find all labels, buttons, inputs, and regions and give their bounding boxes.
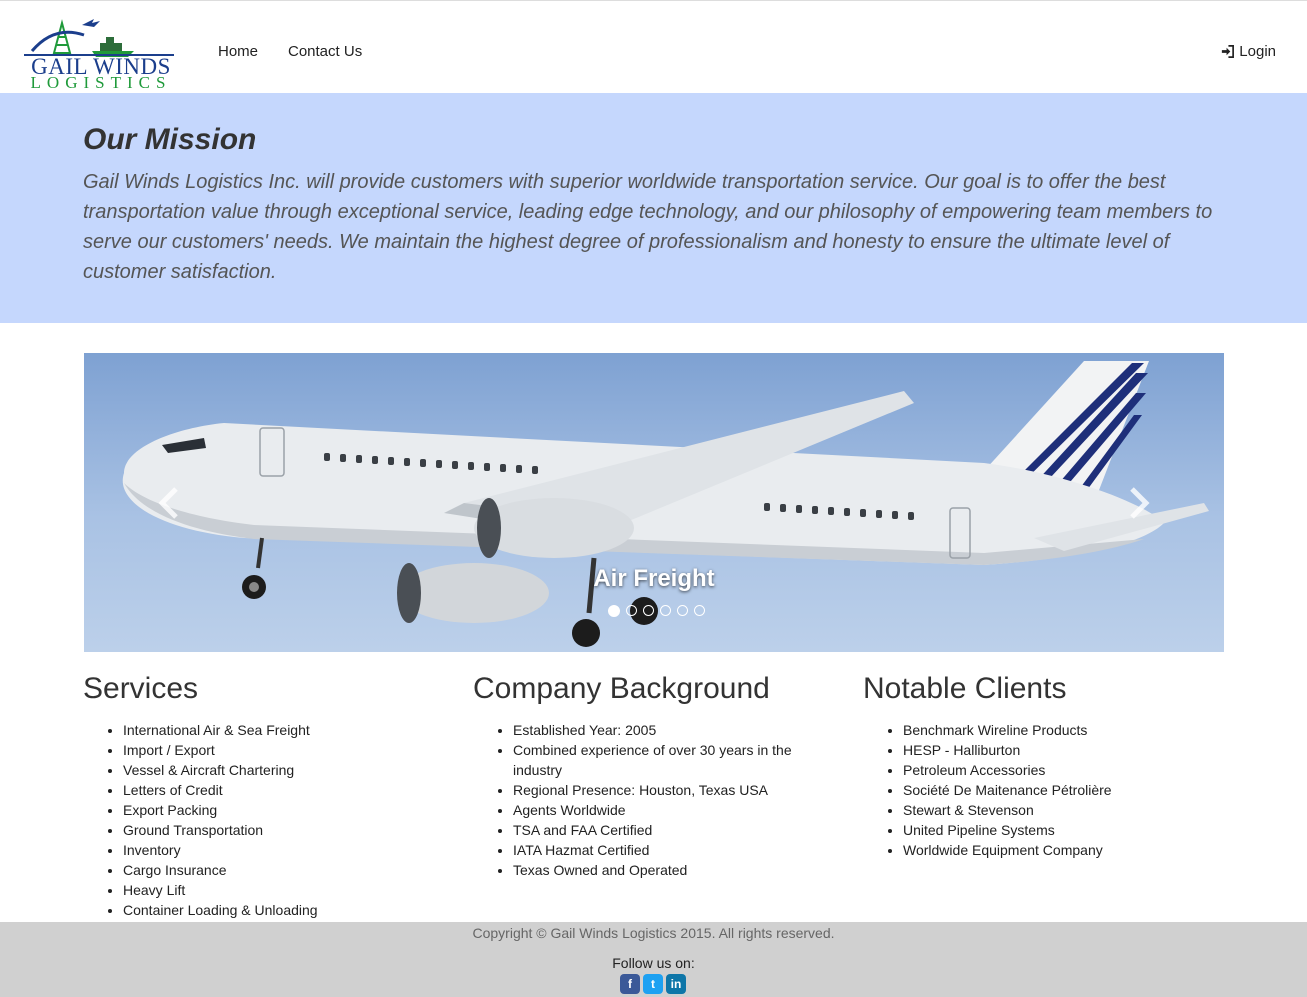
nav-home-link[interactable]: Home [218, 43, 258, 60]
follow-us-label: Follow us on: [612, 955, 695, 971]
nav-contact-link[interactable]: Contact Us [288, 43, 362, 60]
list-item: Petroleum Accessories [903, 760, 1223, 780]
login-icon [1222, 45, 1235, 58]
list-item: Export Packing [123, 800, 443, 820]
list-item: Stewart & Stevenson [903, 800, 1223, 820]
list-item: Import / Export [123, 740, 443, 760]
linkedin-icon[interactable]: in [666, 974, 686, 994]
list-item: Worldwide Equipment Company [903, 840, 1223, 860]
facebook-icon[interactable]: f [620, 974, 640, 994]
list-item: Container Loading & Unloading [123, 900, 443, 920]
list-item: Société De Maitenance Pétrolière [903, 780, 1223, 800]
list-item: United Pipeline Systems [903, 820, 1223, 840]
list-item: International Air & Sea Freight [123, 720, 443, 740]
carousel-indicators [608, 605, 705, 617]
list-item: Letters of Credit [123, 780, 443, 800]
services-list: International Air & Sea Freight Import /… [83, 720, 443, 920]
list-item: Inventory [123, 840, 443, 860]
list-item: Regional Presence: Houston, Texas USA [513, 780, 833, 800]
social-links: f t in [620, 974, 686, 994]
mission-title: Our Mission [83, 123, 257, 156]
carousel-indicator[interactable] [660, 605, 671, 616]
list-item: Established Year: 2005 [513, 720, 833, 740]
list-item: Vessel & Aircraft Chartering [123, 760, 443, 780]
list-item: IATA Hazmat Certified [513, 840, 833, 860]
list-item: TSA and FAA Certified [513, 820, 833, 840]
navbar: GAIL WINDS LOGISTICS Home Contact Us Log… [0, 0, 1307, 93]
services-column: Services International Air & Sea Freight… [83, 672, 443, 920]
list-item: Agents Worldwide [513, 800, 833, 820]
background-column: Company Background Established Year: 200… [473, 672, 833, 880]
carousel-caption: Air Freight [593, 565, 715, 592]
logo-graphic-icon [24, 19, 174, 57]
footer: Copyright © Gail Winds Logistics 2015. A… [0, 922, 1307, 997]
mission-section: Our Mission Gail Winds Logistics Inc. wi… [0, 93, 1307, 323]
logo-text-secondary: LOGISTICS [30, 73, 172, 92]
carousel-indicator[interactable] [608, 605, 620, 617]
carousel-prev-icon[interactable] [154, 483, 184, 523]
list-item: Heavy Lift [123, 880, 443, 900]
list-item: Ground Transportation [123, 820, 443, 840]
carousel-indicator[interactable] [626, 605, 637, 616]
mission-text: Gail Winds Logistics Inc. will provide c… [83, 171, 1213, 283]
login-label: Login [1239, 43, 1276, 60]
list-item: Benchmark Wireline Products [903, 720, 1223, 740]
list-item: Combined experience of over 30 years in … [513, 740, 833, 780]
login-link[interactable]: Login [1220, 43, 1276, 60]
clients-title: Notable Clients [863, 672, 1067, 705]
image-carousel[interactable]: Air Freight [84, 353, 1224, 652]
services-title: Services [83, 672, 199, 705]
carousel-indicator[interactable] [643, 605, 654, 616]
clients-column: Notable Clients Benchmark Wireline Produ… [863, 672, 1223, 860]
copyright-text: Copyright © Gail Winds Logistics 2015. A… [472, 925, 835, 941]
background-list: Established Year: 2005 Combined experien… [473, 720, 833, 880]
list-item: HESP - Halliburton [903, 740, 1223, 760]
carousel-indicator[interactable] [694, 605, 705, 616]
carousel-next-icon[interactable] [1124, 483, 1154, 523]
company-logo[interactable]: GAIL WINDS LOGISTICS [14, 15, 186, 91]
clients-list: Benchmark Wireline Products HESP - Halli… [863, 720, 1223, 860]
background-title: Company Background [473, 672, 770, 705]
twitter-icon[interactable]: t [643, 974, 663, 994]
carousel-indicator[interactable] [677, 605, 688, 616]
list-item: Cargo Insurance [123, 860, 443, 880]
list-item: Texas Owned and Operated [513, 860, 833, 880]
